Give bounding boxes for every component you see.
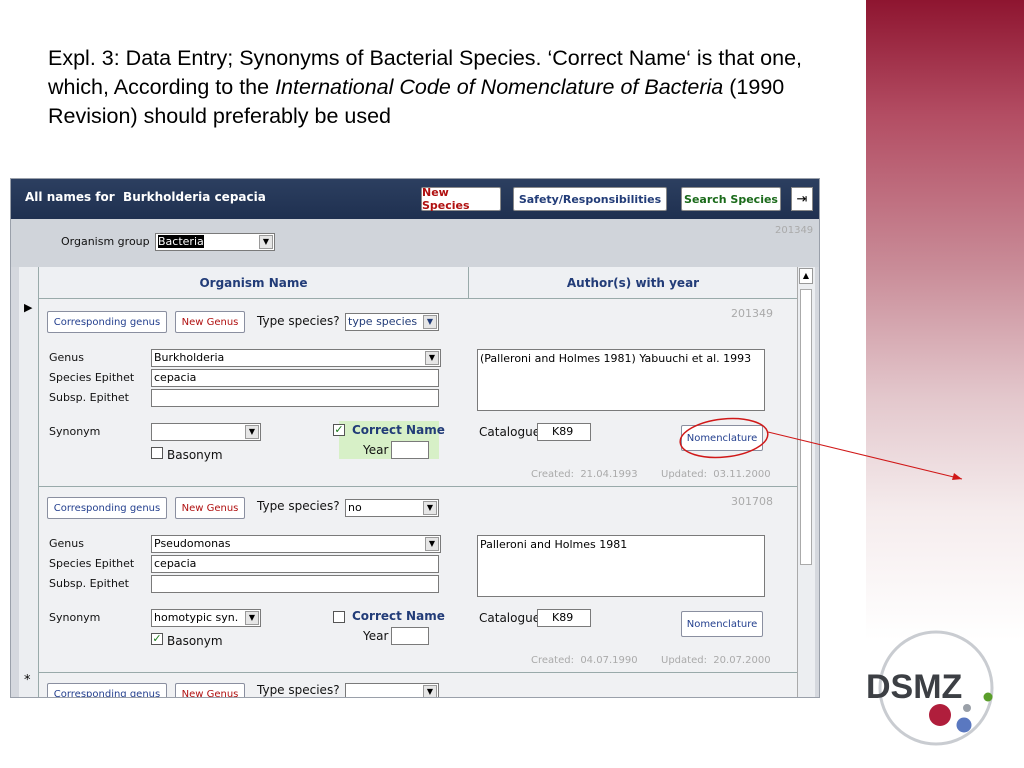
updated-date: Updated: 20.07.2000 xyxy=(661,655,771,666)
chevron-down-icon[interactable]: ▼ xyxy=(425,537,439,551)
chevron-down-icon[interactable]: ▼ xyxy=(245,425,259,439)
new-genus-button[interactable]: New Genus xyxy=(175,497,245,519)
row-selector[interactable]: ▶ xyxy=(19,299,39,487)
nomenclature-button[interactable]: Nomenclature xyxy=(681,425,763,451)
record-row: Corresponding genus New Genus Type speci… xyxy=(39,487,797,673)
scroll-up-icon[interactable]: ▲ xyxy=(799,268,813,284)
corresponding-genus-button[interactable]: Corresponding genus xyxy=(47,311,167,333)
genus-select[interactable]: Burkholderia ▼ xyxy=(151,349,441,367)
window-title: All names for Burkholderia cepacia xyxy=(25,190,266,204)
column-header-organism-name: Organism Name xyxy=(39,267,469,299)
year-input[interactable] xyxy=(391,627,429,645)
created-date: Created: 04.07.1990 xyxy=(531,655,638,666)
exit-door-icon[interactable]: ⇥ xyxy=(791,187,813,211)
record-id: 201349 xyxy=(775,225,814,236)
type-species-select[interactable]: type species ▼ xyxy=(345,313,439,331)
subsp-epithet-input[interactable] xyxy=(151,389,439,407)
correct-name-checkbox[interactable]: ✓ xyxy=(333,424,345,436)
title-bar: All names for Burkholderia cepacia New S… xyxy=(11,179,819,219)
year-input[interactable] xyxy=(391,441,429,459)
species-epithet-input[interactable]: cepacia xyxy=(151,369,439,387)
new-species-button[interactable]: New Species xyxy=(421,186,501,212)
catalogue-input[interactable]: K89 xyxy=(537,423,591,441)
updated-date: Updated: 03.11.2000 xyxy=(661,469,771,480)
chevron-down-icon[interactable]: ▼ xyxy=(245,611,259,625)
basonym-checkbox[interactable]: ✓ xyxy=(151,633,163,645)
genus-select[interactable]: Pseudomonas ▼ xyxy=(151,535,441,553)
type-species-select[interactable]: ▼ xyxy=(345,683,439,697)
author-textarea[interactable]: (Palleroni and Holmes 1981) Yabuuchi et … xyxy=(477,349,765,411)
logo-text: DSMZ xyxy=(868,668,962,706)
new-row-selector[interactable]: * xyxy=(19,673,39,697)
column-header-authors: Author(s) with year xyxy=(469,267,797,299)
type-species-select[interactable]: no ▼ xyxy=(345,499,439,517)
catalogue-input[interactable]: K89 xyxy=(537,609,591,627)
chevron-down-icon[interactable]: ▼ xyxy=(425,351,439,365)
organism-group-row: Organism group Bacteria ▼ 201349 xyxy=(11,219,819,267)
author-textarea[interactable]: Palleroni and Holmes 1981 xyxy=(477,535,765,597)
record-row: Corresponding genus New Genus Type speci… xyxy=(39,299,797,487)
corresponding-genus-button[interactable]: Corresponding genus xyxy=(47,497,167,519)
chevron-down-icon[interactable]: ▼ xyxy=(423,501,437,515)
nomenclature-button[interactable]: Nomenclature xyxy=(681,611,763,637)
species-window: All names for Burkholderia cepacia New S… xyxy=(10,178,820,698)
dsmz-logo: DSMZ xyxy=(868,630,994,746)
synonym-select[interactable]: homotypic syn. ▼ xyxy=(151,609,261,627)
vertical-scrollbar[interactable]: ▲ xyxy=(797,267,815,697)
subsp-epithet-input[interactable] xyxy=(151,575,439,593)
names-grid: Organism Name Author(s) with year ▶ Corr… xyxy=(19,267,815,697)
created-date: Created: 21.04.1993 xyxy=(531,469,638,480)
search-species-button[interactable]: Search Species xyxy=(681,187,781,211)
safety-responsibilities-button[interactable]: Safety/Responsibilities xyxy=(513,187,667,211)
new-record-asterisk-icon: * xyxy=(24,673,31,688)
chevron-down-icon[interactable]: ▼ xyxy=(423,315,437,329)
organism-group-label: Organism group xyxy=(61,235,150,248)
basonym-checkbox[interactable] xyxy=(151,447,163,459)
current-row-arrow-icon: ▶ xyxy=(24,301,33,314)
synonym-select[interactable]: ▼ xyxy=(151,423,261,441)
chevron-down-icon[interactable]: ▼ xyxy=(423,685,437,697)
species-epithet-input[interactable]: cepacia xyxy=(151,555,439,573)
slide-caption: Expl. 3: Data Entry; Synonyms of Bacteri… xyxy=(48,46,803,128)
row-selector[interactable] xyxy=(19,487,39,673)
corresponding-genus-button[interactable]: Corresponding genus xyxy=(47,683,167,697)
new-record-row: Corresponding genus New Genus Type speci… xyxy=(39,673,797,697)
scrollbar-thumb[interactable] xyxy=(800,289,812,565)
organism-group-select[interactable]: Bacteria ▼ xyxy=(155,233,275,251)
correct-name-checkbox[interactable] xyxy=(333,611,345,623)
new-genus-button[interactable]: New Genus xyxy=(175,311,245,333)
chevron-down-icon[interactable]: ▼ xyxy=(259,235,273,249)
new-genus-button[interactable]: New Genus xyxy=(175,683,245,697)
decorative-gradient-strip xyxy=(866,0,1024,640)
